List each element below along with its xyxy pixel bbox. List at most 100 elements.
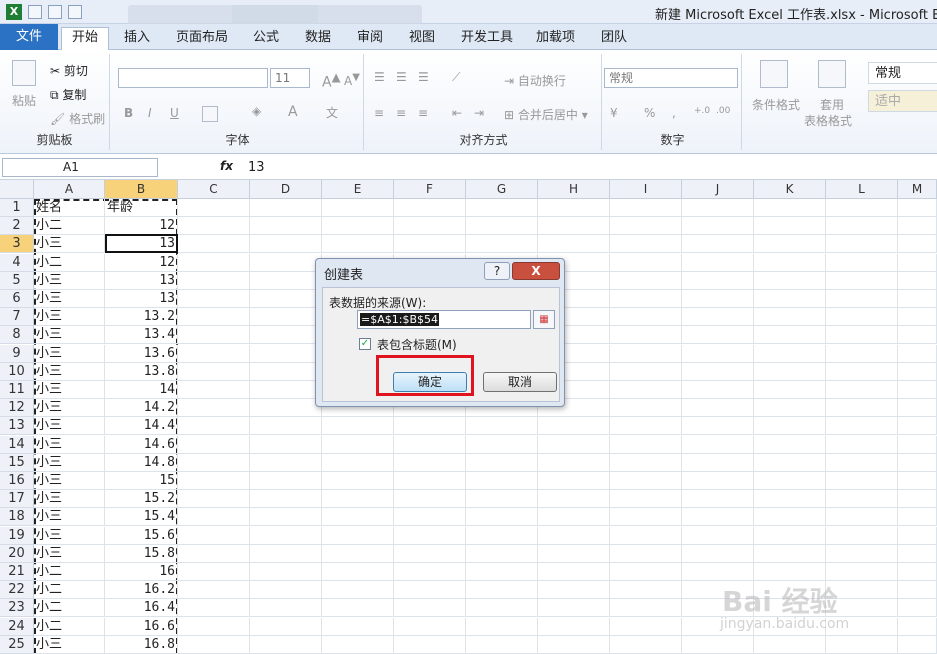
cell-empty[interactable] (682, 199, 754, 217)
cell-empty[interactable] (538, 508, 610, 527)
cell-empty[interactable] (250, 235, 322, 254)
cell-empty[interactable] (466, 490, 538, 509)
cell-empty[interactable] (178, 253, 250, 272)
cell-empty[interactable] (610, 563, 682, 581)
column-header-i[interactable]: I (610, 180, 682, 199)
tab-formulas[interactable]: 公式 (253, 28, 279, 50)
cell-empty[interactable] (754, 381, 826, 399)
cell-name[interactable]: 小二 (34, 217, 105, 236)
cell-empty[interactable] (826, 453, 898, 472)
cell-empty[interactable] (250, 453, 322, 472)
cell-empty[interactable] (898, 217, 937, 236)
column-header-l[interactable]: L (826, 180, 898, 199)
cell-empty[interactable] (754, 563, 826, 581)
cell-empty[interactable] (394, 599, 466, 618)
tab-insert[interactable]: 插入 (124, 28, 150, 50)
cell-empty[interactable] (178, 635, 250, 654)
cell-empty[interactable] (610, 435, 682, 454)
cell-empty[interactable] (322, 417, 394, 436)
cell-empty[interactable] (682, 472, 754, 490)
column-header-d[interactable]: D (250, 180, 322, 199)
cell-empty[interactable] (466, 417, 538, 436)
cell-empty[interactable] (682, 544, 754, 563)
row-header[interactable]: 17 (0, 490, 34, 509)
cell-empty[interactable] (826, 253, 898, 272)
increase-decimal-icon[interactable]: +.0 (694, 106, 710, 116)
increase-indent-icon[interactable]: ⇥ (474, 106, 484, 120)
align-left-icon[interactable]: ≡ (374, 106, 384, 120)
cell-empty[interactable] (898, 344, 937, 363)
cell-empty[interactable] (250, 526, 322, 545)
tab-team[interactable]: 团队 (601, 28, 627, 50)
cell-empty[interactable] (610, 617, 682, 636)
cell-empty[interactable] (538, 435, 610, 454)
cell-empty[interactable] (394, 472, 466, 490)
cell-empty[interactable] (682, 290, 754, 308)
align-bottom-icon[interactable]: ☰ (418, 70, 429, 84)
cell-age[interactable]: 13 (105, 235, 178, 254)
tab-review[interactable]: 审阅 (357, 28, 383, 50)
cell-age[interactable]: 15.8 (105, 544, 178, 563)
cell-age[interactable]: 年龄 (105, 199, 178, 217)
cell-age[interactable]: 12 (105, 217, 178, 236)
cell-empty[interactable] (178, 326, 250, 345)
cell-empty[interactable] (610, 253, 682, 272)
cell-empty[interactable] (898, 308, 937, 327)
cell-name[interactable]: 小三 (34, 362, 105, 381)
cell-empty[interactable] (826, 290, 898, 308)
row-header[interactable]: 25 (0, 635, 34, 654)
style-medium[interactable]: 适中 (868, 90, 937, 112)
cell-empty[interactable] (826, 344, 898, 363)
cell-empty[interactable] (826, 362, 898, 381)
conditional-format-icon[interactable] (760, 60, 788, 88)
cell-empty[interactable] (250, 253, 322, 272)
comma-icon[interactable]: , (672, 106, 676, 120)
cell-empty[interactable] (466, 472, 538, 490)
cell-empty[interactable] (898, 526, 937, 545)
fill-color-icon[interactable]: ◈ (252, 104, 261, 118)
border-icon[interactable] (202, 106, 218, 122)
cell-empty[interactable] (394, 217, 466, 236)
bold-icon[interactable]: B (124, 106, 133, 120)
cell-empty[interactable] (826, 490, 898, 509)
row-header[interactable]: 2 (0, 217, 34, 236)
cell-empty[interactable] (322, 563, 394, 581)
cell-empty[interactable] (754, 217, 826, 236)
conditional-format-button[interactable]: 条件格式 (752, 96, 800, 113)
row-header[interactable]: 14 (0, 435, 34, 454)
cell-empty[interactable] (250, 563, 322, 581)
cell-empty[interactable] (466, 199, 538, 217)
cell-empty[interactable] (250, 326, 322, 345)
cell-empty[interactable] (826, 526, 898, 545)
cell-empty[interactable] (898, 381, 937, 399)
italic-icon[interactable]: I (148, 106, 152, 120)
cell-empty[interactable] (322, 508, 394, 527)
cell-empty[interactable] (178, 271, 250, 290)
cell-empty[interactable] (178, 435, 250, 454)
align-right-icon[interactable]: ≡ (418, 106, 428, 120)
cell-empty[interactable] (178, 526, 250, 545)
percent-icon[interactable]: % (644, 106, 655, 120)
cell-name[interactable]: 小三 (34, 381, 105, 399)
cell-empty[interactable] (610, 217, 682, 236)
cell-empty[interactable] (250, 472, 322, 490)
copy-button[interactable]: ⧉ 复制 (50, 86, 86, 103)
column-header-j[interactable]: J (682, 180, 754, 199)
save-icon[interactable] (28, 5, 42, 19)
column-header-m[interactable]: M (898, 180, 937, 199)
cell-age[interactable]: 14.2 (105, 399, 178, 418)
cell-empty[interactable] (322, 453, 394, 472)
cell-empty[interactable] (610, 399, 682, 418)
cell-empty[interactable] (610, 235, 682, 254)
row-header[interactable]: 1 (0, 199, 34, 217)
cell-empty[interactable] (898, 472, 937, 490)
cell-empty[interactable] (754, 290, 826, 308)
cell-empty[interactable] (178, 417, 250, 436)
cell-empty[interactable] (610, 490, 682, 509)
cell-empty[interactable] (754, 344, 826, 363)
paste-icon[interactable] (12, 60, 36, 86)
wrap-text-button[interactable]: ⇥ 自动换行 (504, 72, 566, 89)
tab-page-layout[interactable]: 页面布局 (176, 28, 228, 50)
cell-empty[interactable] (610, 362, 682, 381)
cell-empty[interactable] (178, 308, 250, 327)
